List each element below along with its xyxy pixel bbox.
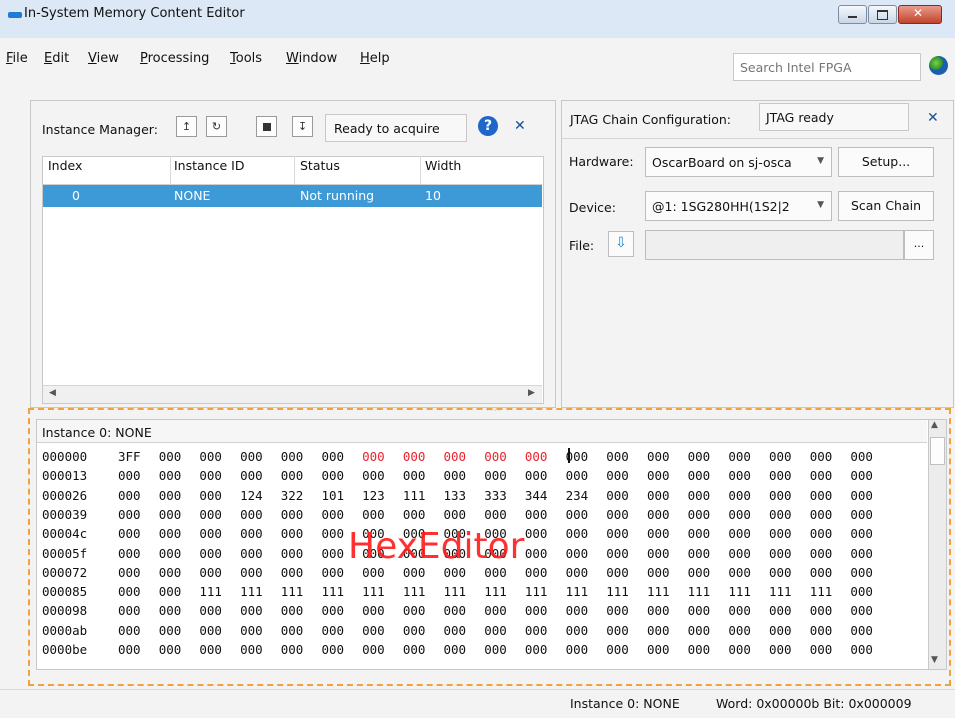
menu-file[interactable]: File: [6, 51, 28, 66]
menu-processing[interactable]: Processing: [140, 51, 209, 66]
menu-view[interactable]: View: [88, 51, 119, 66]
setup-button[interactable]: Setup...: [838, 147, 934, 177]
device-value: @1: 1SG280HH(1S2|2: [652, 199, 790, 214]
write-data-icon[interactable]: ↧: [292, 116, 313, 137]
divider: [562, 138, 952, 139]
stop-icon[interactable]: [256, 116, 277, 137]
close-icon[interactable]: ✕: [927, 110, 939, 126]
chevron-down-icon: ▼: [817, 200, 824, 210]
column-header-width[interactable]: Width: [425, 158, 461, 173]
row-width: 10: [425, 188, 441, 203]
device-select[interactable]: @1: 1SG280HH(1S2|2 ▼: [645, 191, 832, 221]
hardware-select[interactable]: OscarBoard on sj-osca ▼: [645, 147, 832, 177]
close-window-button[interactable]: [898, 5, 942, 24]
jtag-label: JTAG Chain Configuration:: [570, 112, 732, 127]
menu-edit[interactable]: Edit: [44, 51, 69, 66]
chevron-down-icon: ▼: [817, 156, 824, 166]
column-header-status[interactable]: Status: [300, 158, 340, 173]
column-header-index[interactable]: Index: [48, 158, 82, 173]
horizontal-scrollbar[interactable]: [43, 385, 542, 403]
column-separator: [420, 156, 421, 184]
table-row[interactable]: [43, 185, 542, 207]
column-separator: [170, 156, 171, 184]
read-data-icon[interactable]: ↥: [176, 116, 197, 137]
row-index: 0: [72, 188, 80, 203]
download-icon[interactable]: ⇩: [608, 231, 634, 257]
scan-chain-button[interactable]: Scan Chain: [838, 191, 934, 221]
scroll-right-icon[interactable]: ▶: [528, 388, 535, 398]
window-title: In-System Memory Content Editor: [24, 6, 245, 21]
scroll-left-icon[interactable]: ◀: [49, 388, 56, 398]
browse-button[interactable]: ...: [904, 230, 934, 260]
status-instance: Instance 0: NONE: [570, 696, 680, 711]
jtag-status: JTAG ready: [759, 103, 909, 131]
app-icon: [8, 12, 22, 18]
instance-status: Ready to acquire: [325, 114, 467, 142]
continuous-read-icon[interactable]: ↻: [206, 116, 227, 137]
device-label: Device:: [569, 200, 616, 215]
globe-icon[interactable]: [929, 56, 948, 75]
row-status: Not running: [300, 188, 375, 203]
file-label: File:: [569, 238, 595, 253]
column-separator: [294, 156, 295, 184]
help-icon[interactable]: ?: [478, 116, 498, 136]
status-word-bit: Word: 0x00000b Bit: 0x000009: [716, 696, 912, 711]
file-path-field[interactable]: [645, 230, 904, 260]
menu-tools[interactable]: Tools: [230, 51, 262, 66]
hardware-label: Hardware:: [569, 154, 634, 169]
column-header-instance-id[interactable]: Instance ID: [174, 158, 244, 173]
row-instance-id: NONE: [174, 188, 211, 203]
menu-window[interactable]: Window: [286, 51, 337, 66]
minimize-button[interactable]: [838, 5, 867, 24]
menu-help[interactable]: Help: [360, 51, 390, 66]
close-icon[interactable]: ✕: [514, 118, 526, 134]
maximize-button[interactable]: [868, 5, 897, 24]
search-input[interactable]: [733, 53, 921, 81]
annotation-box: [28, 408, 951, 686]
instance-manager-label: Instance Manager:: [42, 122, 158, 137]
hardware-value: OscarBoard on sj-osca: [652, 155, 792, 170]
